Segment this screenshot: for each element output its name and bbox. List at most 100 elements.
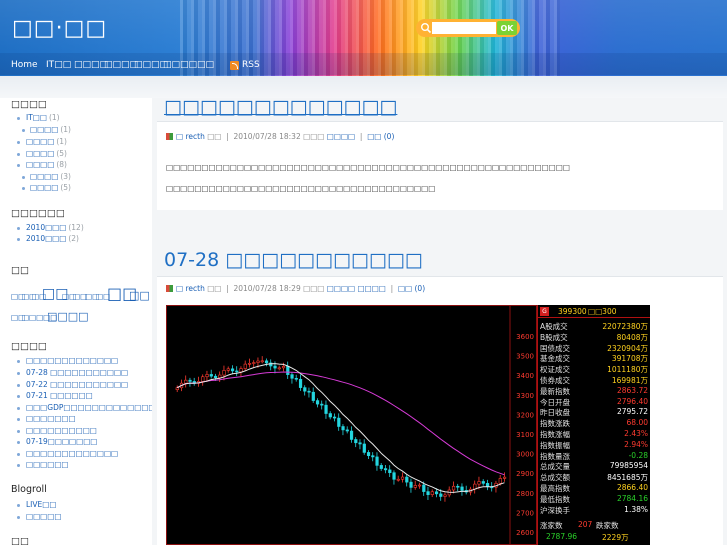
category-item[interactable]: IT□□ (1) <box>26 113 60 122</box>
quote-row-label: 最新指数 <box>540 386 570 396</box>
rss-link[interactable]: RSS <box>242 60 260 70</box>
sub-band <box>0 76 727 98</box>
search-button[interactable]: OK <box>497 21 517 35</box>
category-link[interactable]: □□□□ <box>358 284 386 293</box>
down-label: 跌家数 <box>596 521 619 530</box>
category-link[interactable]: □□□□ <box>327 132 355 141</box>
y-tick-label: 3300 <box>516 392 534 400</box>
bullet-icon <box>17 453 20 456</box>
author-link[interactable]: □ recth <box>176 284 205 293</box>
quote-row: 最低指数 2784.16 <box>540 494 650 504</box>
post-title[interactable]: 07-28 □□□□□□□□□□□ <box>164 249 423 271</box>
candle-body <box>303 387 307 392</box>
recent-post-link[interactable]: 07-22 □□□□□□□□□□□ <box>26 380 128 389</box>
site-title[interactable]: □□·□□ <box>12 16 107 41</box>
archives-heading: □□□□□□ <box>11 208 65 219</box>
archive-item[interactable]: 2010□□□ (2) <box>26 234 79 243</box>
archive-item[interactable]: 2010□□□ (12) <box>26 223 84 232</box>
search-input[interactable] <box>432 22 496 34</box>
quote-row: 总成交额 8451685万 <box>540 472 650 482</box>
comments-link[interactable]: □□ (0) <box>398 284 425 293</box>
candle-body <box>294 377 298 380</box>
recent-post-link[interactable]: 07-28 □□□□□□□□□□□ <box>26 368 128 377</box>
quote-row-value: 391708万 <box>611 354 648 364</box>
candle-body <box>277 367 281 370</box>
candle-body <box>328 413 332 418</box>
quote-row: 国债成交 2320904万 <box>540 343 650 353</box>
blogroll-link[interactable]: □□□□□ <box>26 512 61 521</box>
nav-item-home[interactable]: Home <box>11 60 38 70</box>
comments-link[interactable]: □□ (0) <box>367 132 394 141</box>
blogroll-link[interactable]: LIVE□□ <box>26 500 56 509</box>
candle-body <box>400 476 405 480</box>
candle-body <box>366 452 371 456</box>
quote-row-value: -0.28 <box>628 450 648 460</box>
candle-body <box>443 494 447 497</box>
nav-item-it[interactable]: IT□□ <box>46 60 71 70</box>
candle-body <box>209 374 213 377</box>
separator: | <box>357 132 365 141</box>
quote-row-label: 今日开盘 <box>540 397 570 407</box>
recent-post-link[interactable]: 07-21 □□□□□□ <box>26 391 93 400</box>
category-item[interactable]: □□□□ (5) <box>26 149 67 158</box>
quote-row-label: 指数量涨 <box>540 451 570 461</box>
candle-body <box>349 430 354 440</box>
candle-body <box>498 478 502 484</box>
quote-row-value: 1011180万 <box>607 365 648 375</box>
nav-item-3[interactable]: □□□□ <box>104 60 138 70</box>
rss-icon[interactable] <box>230 61 239 70</box>
recent-post-link[interactable]: □□□□□□ <box>26 460 69 469</box>
recent-heading: □□□□ <box>11 341 47 352</box>
candle-body <box>426 491 430 495</box>
candle-body <box>243 363 247 369</box>
category-item[interactable]: □□□□ (1) <box>26 137 67 146</box>
category-item[interactable]: □□□□ (5) <box>30 183 71 192</box>
candle-body <box>324 404 328 414</box>
recent-post-link[interactable]: □□□□□□□ <box>26 414 76 423</box>
bullet-icon <box>17 117 20 120</box>
candle-body <box>298 378 303 388</box>
separator: | <box>223 132 232 141</box>
post-title[interactable]: □□□□□□□□□□□□□ <box>164 96 397 118</box>
page: □□·□□ OK Home IT□□ □□□□ □□□□ □□□□ □□□□□□… <box>0 0 727 545</box>
post-date: 2010/07/28 18:29 <box>233 284 301 293</box>
category-item[interactable]: □□□□ (3) <box>30 172 71 181</box>
tag-link[interactable]: □□ <box>129 289 150 302</box>
candle-body <box>256 360 260 363</box>
candle-body <box>320 403 324 406</box>
bullet-icon <box>17 441 20 444</box>
recent-post-link[interactable]: □□□□□□□□□□ <box>26 426 97 435</box>
candle-body <box>392 472 396 480</box>
candle-body <box>379 465 383 469</box>
candle-body <box>413 485 417 488</box>
quote-row-label: 债券成交 <box>540 376 570 385</box>
candle-body <box>354 439 358 444</box>
nav-item-5[interactable]: □□□□□□ <box>163 60 214 70</box>
recent-post-link[interactable]: □□□□□□□□□□□□□ <box>26 356 118 365</box>
category-item[interactable]: □□□□ (8) <box>26 160 67 169</box>
candle-body <box>239 368 243 373</box>
y-tick-label: 2800 <box>516 490 534 498</box>
bullet-icon <box>17 372 20 375</box>
nav-item-2[interactable]: □□□□ <box>74 60 108 70</box>
candle-body <box>307 390 311 393</box>
candle-body <box>260 360 264 363</box>
tag-link[interactable]: □□□□ <box>47 310 89 323</box>
quote-row: B股成交 80408万 <box>540 332 650 342</box>
bullet-icon <box>22 176 25 179</box>
quote-header: G 399300 □□300 <box>538 305 650 318</box>
category-item[interactable]: □□□□ (1) <box>30 125 71 134</box>
candle-body <box>341 426 345 431</box>
quote-footer-row: 2787.96 2229万 <box>540 532 650 542</box>
categories-heading: □□□□ <box>11 99 47 110</box>
author-link[interactable]: □ recth <box>176 132 205 141</box>
quote-row: 最新指数 2863.72 <box>540 386 650 396</box>
category-link[interactable]: □□□□ <box>327 284 355 293</box>
author-icon <box>166 285 173 292</box>
recent-post-link[interactable]: 07-19□□□□□□□ <box>26 437 97 446</box>
candle-body <box>205 374 209 378</box>
quote-row: 指数振幅 2.94% <box>540 440 650 450</box>
recent-post-link[interactable]: □□□□□□□□□□□□□ <box>26 449 118 458</box>
recent-post-link[interactable]: □□□GDP□□□□□□□□□□□□□□□ <box>26 403 170 412</box>
candle-body <box>422 484 426 492</box>
